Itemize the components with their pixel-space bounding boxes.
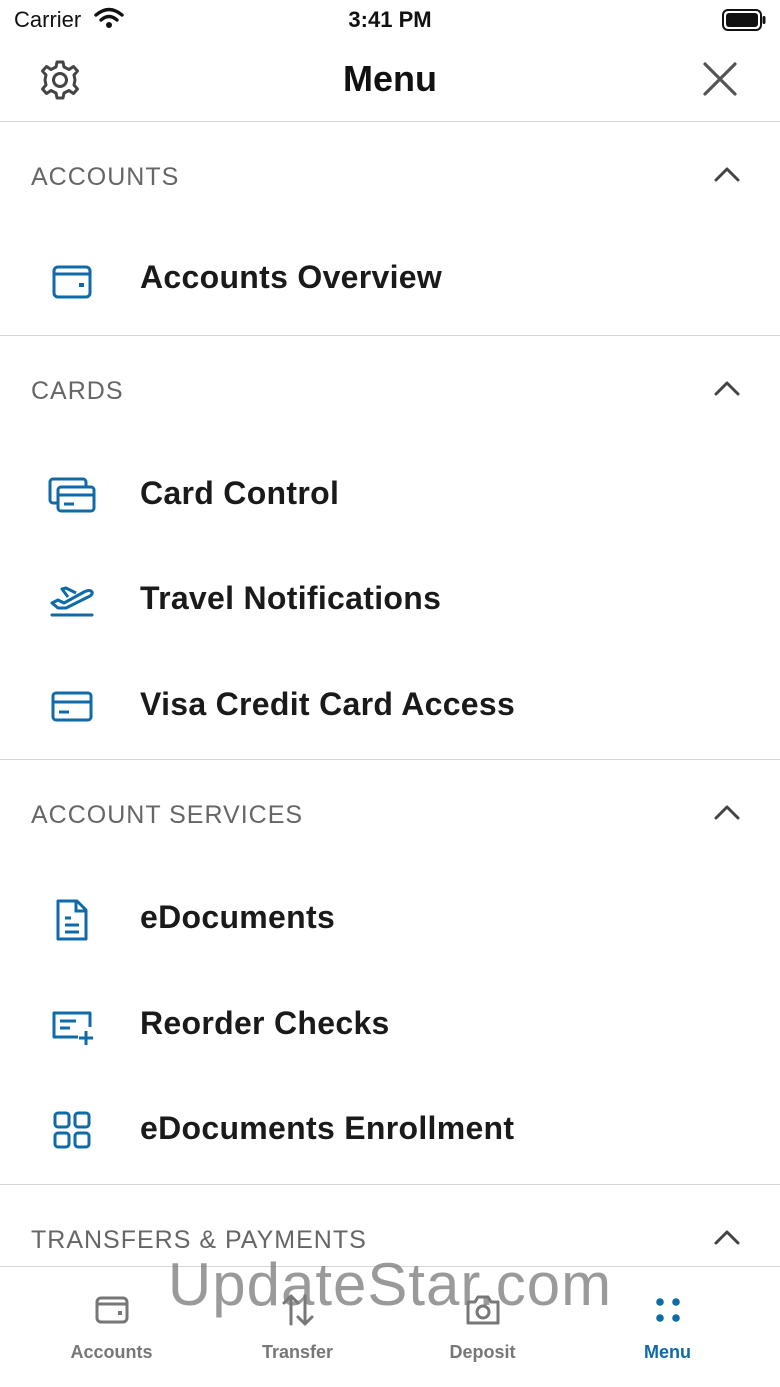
menu-item-reorder-checks[interactable]: Reorder Checks <box>0 973 780 1079</box>
status-bar: Carrier 3:41 PM <box>0 0 780 42</box>
tab-deposit[interactable]: Deposit <box>390 1267 575 1387</box>
check-add-icon <box>48 1003 96 1049</box>
airplane-icon <box>48 578 96 624</box>
page-title: Menu <box>343 58 437 99</box>
tab-label: Transfer <box>261 1342 334 1362</box>
menu-item-label: eDocuments <box>140 899 336 935</box>
section-account-services: ACCOUNT SERVICES eDocuments Reorder Chec… <box>0 760 780 1185</box>
tab-label: Menu <box>644 1342 691 1362</box>
close-icon[interactable] <box>700 59 740 104</box>
menu-item-label: eDocuments Enrollment <box>140 1110 515 1146</box>
wallet-icon <box>93 1291 131 1329</box>
menu-item-edocuments-enrollment[interactable]: eDocuments Enrollment <box>0 1078 780 1184</box>
section-header-accounts[interactable]: ACCOUNTS <box>0 122 780 229</box>
tab-accounts[interactable]: Accounts <box>19 1267 204 1387</box>
chevron-up-icon[interactable] <box>712 1227 742 1252</box>
grid-icon <box>48 1108 96 1154</box>
menu-item-label: Travel Notifications <box>140 580 442 616</box>
tab-menu[interactable]: Menu <box>575 1267 760 1387</box>
transfer-arrows-icon <box>279 1291 317 1329</box>
menu-item-label: Accounts Overview <box>140 259 443 295</box>
menu-item-label: Card Control <box>140 474 340 511</box>
menu-item-label: Reorder Checks <box>140 1004 390 1041</box>
menu-item-travel-notifications[interactable]: Travel Notifications <box>0 548 780 654</box>
status-time: 3:41 PM <box>348 7 432 32</box>
document-icon <box>48 897 96 943</box>
menu-item-accounts-overview[interactable]: Accounts Overview <box>0 229 780 335</box>
menu-header: Menu <box>0 42 780 122</box>
chevron-up-icon[interactable] <box>712 802 742 827</box>
tab-label: Accounts <box>70 1342 153 1362</box>
credit-card-icon <box>48 684 96 730</box>
section-header-cards[interactable]: CARDS <box>0 336 780 443</box>
menu-item-edocuments[interactable]: eDocuments <box>0 867 780 973</box>
section-title: CARDS <box>31 376 124 405</box>
wallet-icon <box>48 259 96 305</box>
section-title: TRANSFERS & PAYMENTS <box>31 1225 367 1254</box>
chevron-up-icon[interactable] <box>712 378 742 403</box>
cards-icon <box>48 473 96 519</box>
dots-grid-icon <box>649 1291 687 1329</box>
section-title: ACCOUNTS <box>31 163 180 191</box>
tab-transfer[interactable]: Transfer <box>205 1267 390 1387</box>
section-header-transfers-payments[interactable]: TRANSFERS & PAYMENTS <box>0 1185 780 1267</box>
menu-item-label: Visa Credit Card Access <box>140 685 516 722</box>
section-accounts: ACCOUNTS Accounts Overview <box>0 122 780 336</box>
tab-bar: Accounts Transfer Deposit Menu <box>0 1266 780 1387</box>
menu-list[interactable]: ACCOUNTS Accounts Overview CARDS Card Co… <box>0 122 780 1266</box>
section-header-account-services[interactable]: ACCOUNT SERVICES <box>0 760 780 867</box>
menu-item-card-control[interactable]: Card Control <box>0 443 780 549</box>
section-transfers-payments: TRANSFERS & PAYMENTS <box>0 1185 780 1267</box>
menu-item-visa-credit-card[interactable]: Visa Credit Card Access <box>0 654 780 760</box>
chevron-up-icon[interactable] <box>712 164 742 189</box>
section-cards: CARDS Card Control Travel Notifications … <box>0 336 780 760</box>
section-title: ACCOUNT SERVICES <box>31 801 304 829</box>
tab-label: Deposit <box>449 1342 516 1362</box>
camera-icon <box>464 1291 502 1329</box>
battery-icon <box>722 9 766 36</box>
